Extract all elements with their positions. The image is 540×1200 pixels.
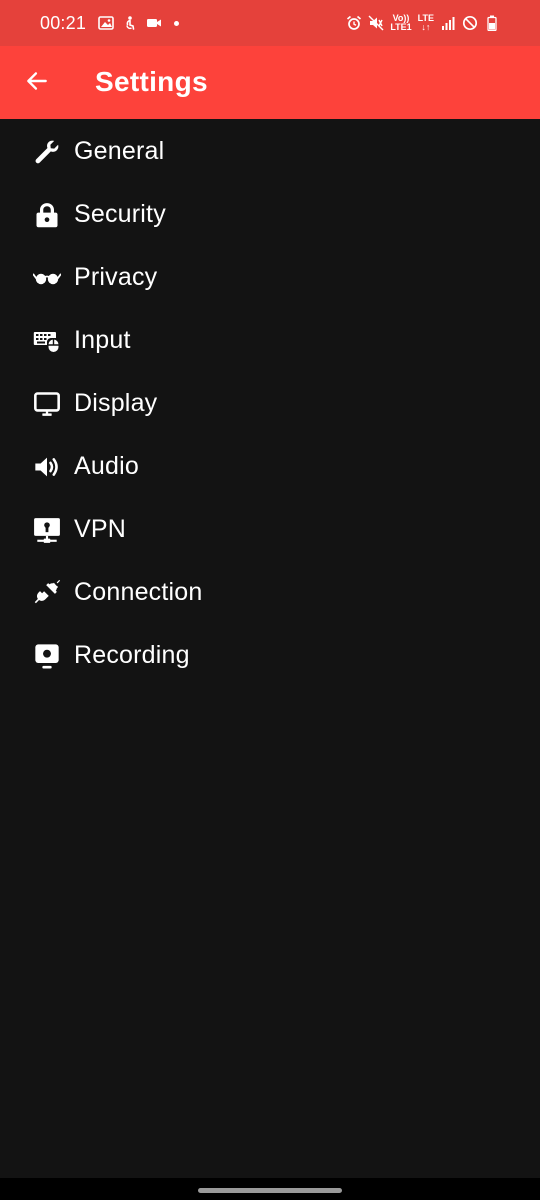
menu-item-privacy[interactable]: Privacy [0,246,540,309]
lte-icon: LTE ↓↑ [418,14,434,32]
menu-item-recording[interactable]: Recording [0,624,540,687]
menu-item-connection[interactable]: Connection [0,561,540,624]
menu-item-audio[interactable]: Audio [0,435,540,498]
back-button[interactable] [20,64,54,98]
glasses-icon [32,263,62,293]
lock-icon [32,200,62,230]
gallery-icon [98,15,114,31]
volte-icon: Vo)) LTE1 [390,14,411,32]
menu-item-label: VPN [74,515,127,543]
status-right-icons: Vo)) LTE1 LTE ↓↑ [346,14,500,32]
menu-item-label: Audio [74,452,139,480]
status-left-icons [98,15,180,31]
volte-label-bottom: LTE1 [390,22,412,32]
menu-item-label: General [74,137,165,165]
arrow-left-icon [24,68,50,94]
navigation-bar [0,1178,540,1200]
menu-item-label: Security [74,200,166,228]
app-bar: Settings [0,46,540,119]
accessibility-icon [122,15,138,31]
do-not-disturb-icon [462,15,478,31]
vpn-icon [32,515,62,545]
menu-item-label: Connection [74,578,203,606]
signal-icon [440,15,456,31]
speaker-icon [32,452,62,482]
menu-item-vpn[interactable]: VPN [0,498,540,561]
battery-icon [484,15,500,31]
home-indicator[interactable] [198,1187,342,1193]
status-bar: 00:21 Vo)) LTE1 LTE ↓↑ [0,0,540,46]
data-arrows: ↓↑ [421,22,431,32]
monitor-icon [32,389,62,419]
menu-item-label: Display [74,389,158,417]
plug-icon [32,578,62,608]
recording-icon [32,641,62,671]
keyboard-mouse-icon [32,326,62,356]
menu-item-label: Input [74,326,131,354]
settings-menu: General Security Privacy Input Display A… [0,120,540,687]
menu-item-input[interactable]: Input [0,309,540,372]
status-time: 00:21 [40,12,87,33]
mute-icon [368,15,384,31]
alarm-icon [346,15,362,31]
page-title: Settings [95,66,208,97]
menu-item-label: Privacy [74,263,158,291]
menu-item-security[interactable]: Security [0,183,540,246]
menu-item-display[interactable]: Display [0,372,540,435]
dot-icon [174,20,180,26]
video-camera-icon [146,15,162,31]
wrench-icon [32,137,62,167]
menu-item-general[interactable]: General [0,120,540,183]
settings-screen: 00:21 Vo)) LTE1 LTE ↓↑ Settings General … [0,0,540,1200]
menu-item-label: Recording [74,641,190,669]
